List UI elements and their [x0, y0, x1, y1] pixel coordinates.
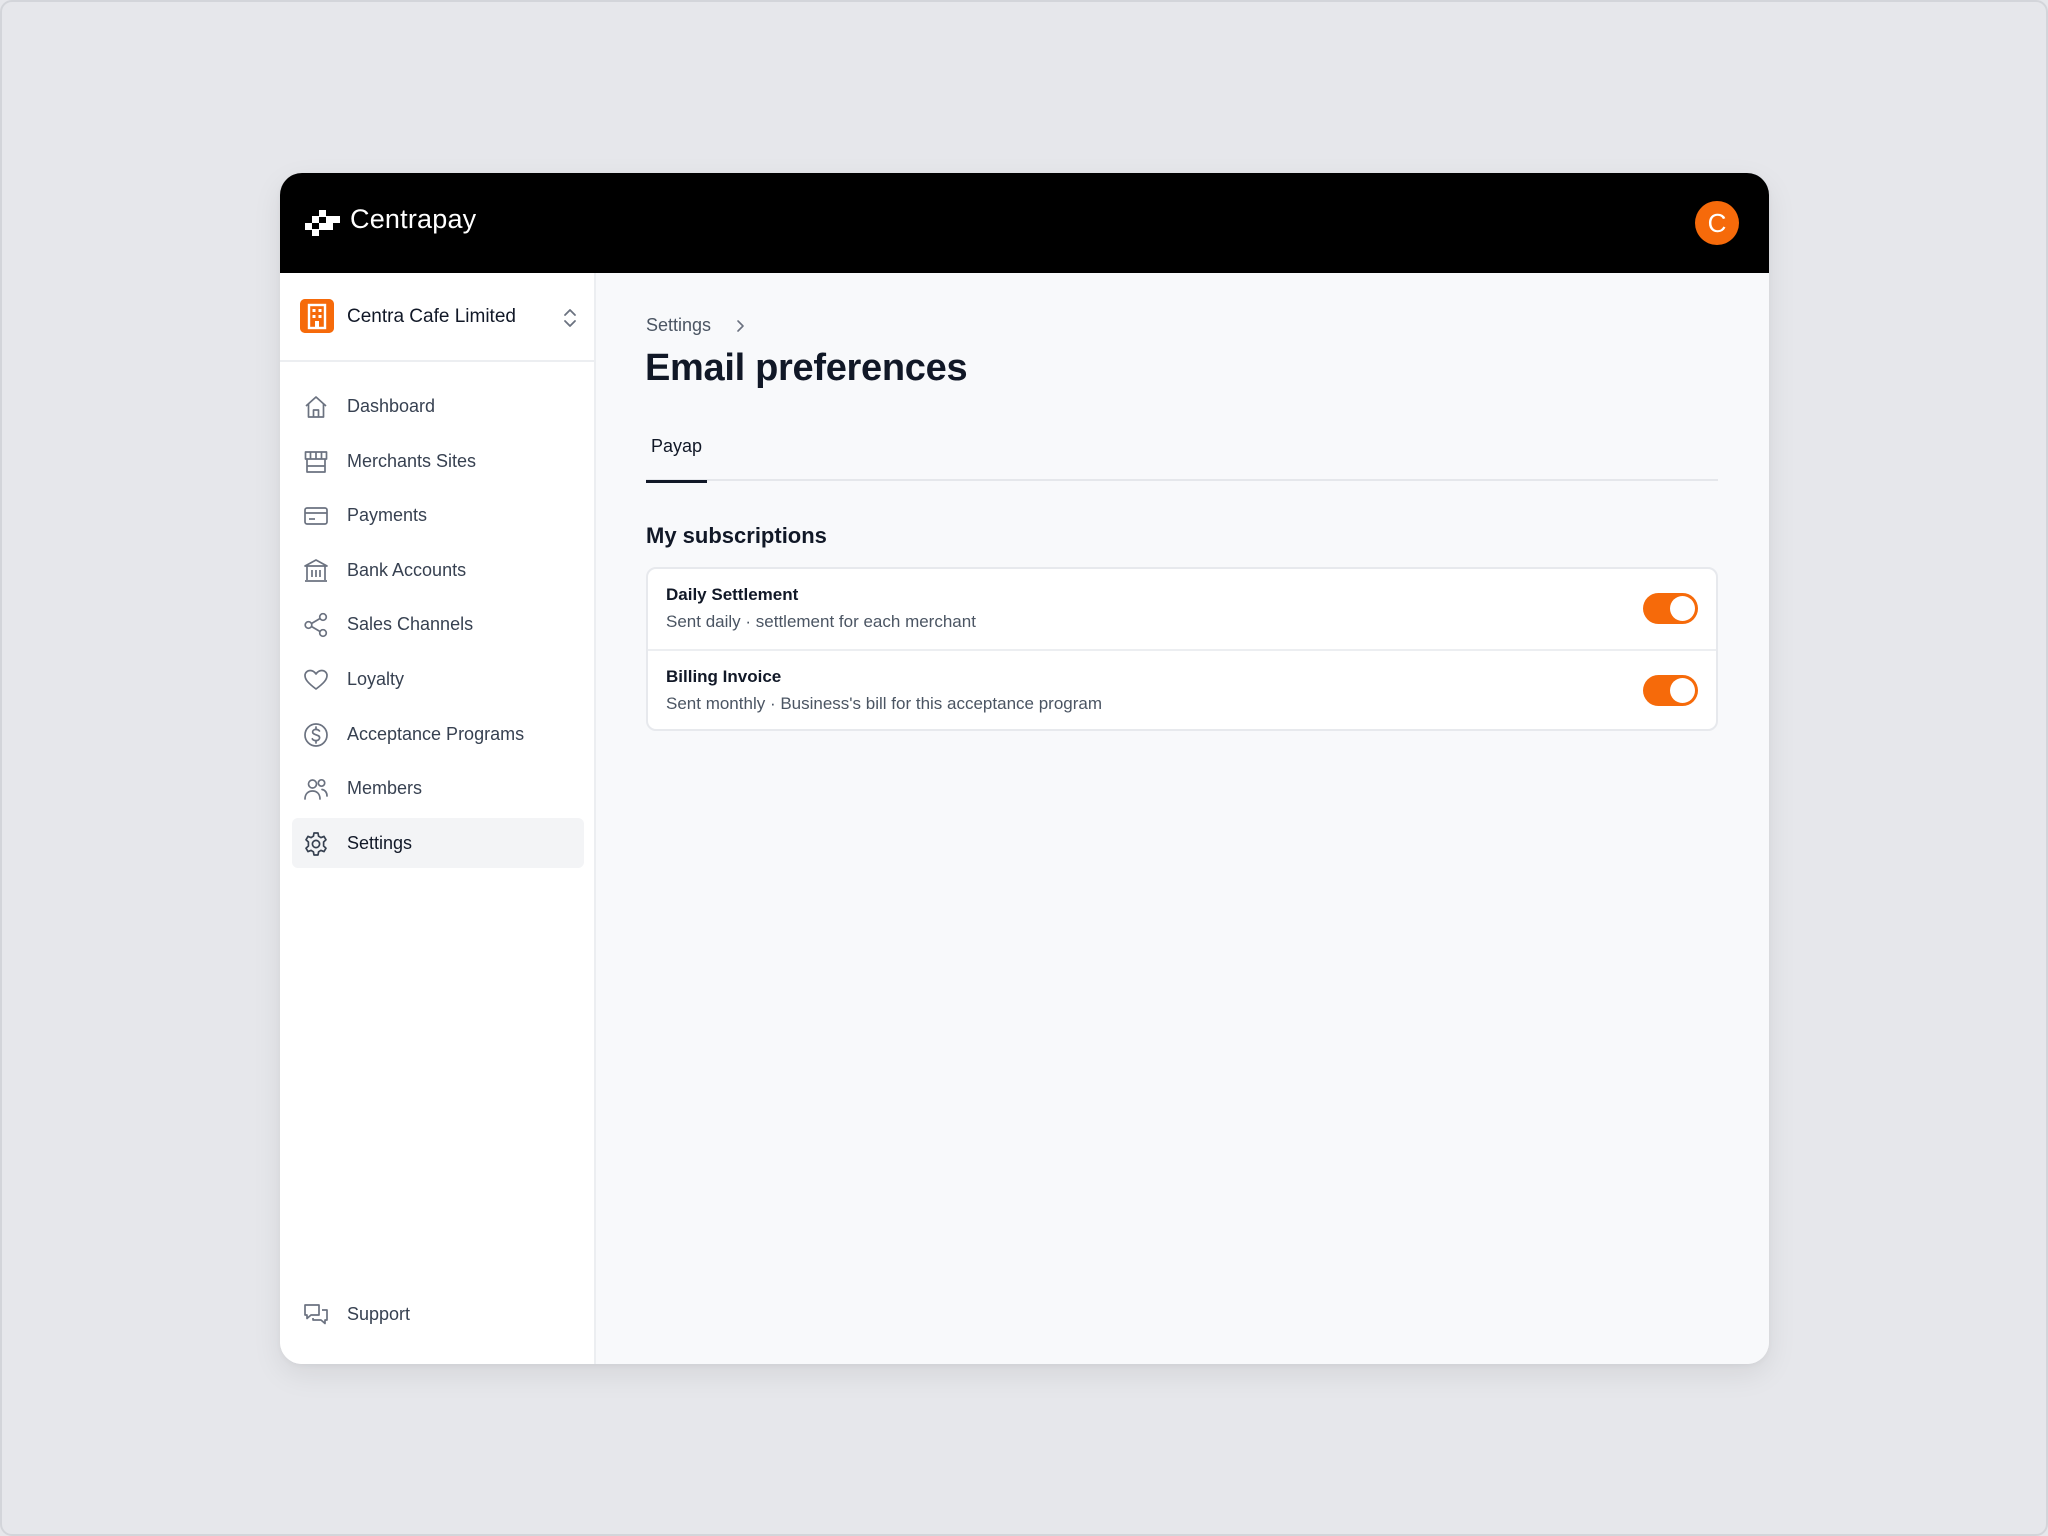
main-content: Settings Email preferences Payap My subs…	[596, 273, 1769, 1364]
breadcrumb-settings-link[interactable]: Settings	[646, 315, 711, 336]
sidebar-item-sales-channels[interactable]: Sales Channels	[292, 599, 584, 649]
top-bar: Centrapay C	[280, 173, 1769, 273]
store-icon	[304, 450, 328, 473]
active-tab-indicator	[646, 480, 707, 483]
subscription-description: Sent daily · settlement for each merchan…	[666, 612, 976, 631]
chat-icon	[304, 1304, 328, 1325]
brand-name: Centrapay	[350, 204, 477, 234]
breadcrumb: Settings	[646, 315, 745, 336]
sidebar-item-support[interactable]: Support	[292, 1289, 584, 1339]
sidebar-item-payments[interactable]: Payments	[292, 490, 584, 540]
bank-icon	[304, 558, 328, 582]
sidebar-item-label: Dashboard	[347, 396, 436, 416]
gear-icon	[305, 831, 327, 856]
share-icon	[304, 613, 328, 638]
credit-card-icon	[304, 507, 328, 526]
heart-icon	[304, 669, 328, 690]
sidebar-item-bank-accounts[interactable]: Bank Accounts	[292, 545, 584, 595]
sidebar-item-members[interactable]: Members	[292, 763, 584, 813]
subscription-row-billing-invoice: Billing Invoice Sent monthly · Business'…	[648, 649, 1716, 729]
sidebar-item-label: Members	[347, 778, 423, 799]
org-name: Centra Cafe Limited	[347, 306, 516, 327]
subscription-description: Sent monthly · Business's bill for this …	[666, 694, 1102, 713]
centrapay-logo-icon	[305, 210, 340, 236]
chevron-right-icon	[737, 319, 744, 332]
sidebar-item-label: Support	[347, 1304, 411, 1324]
sidebar-nav: Dashboard Merchants Sites Payments Bank …	[292, 381, 584, 872]
subscriptions-card: Daily Settlement Sent daily · settlement…	[646, 567, 1718, 731]
chevron-up-down-icon	[564, 309, 576, 327]
sidebar-item-label: Settings	[347, 832, 413, 853]
tab-label: Payap	[651, 436, 703, 456]
sidebar-item-label: Loyalty	[347, 668, 405, 689]
sidebar-item-label: Acceptance Programs	[347, 723, 525, 744]
sidebar: Centra Cafe Limited Dashboard Merchants …	[280, 273, 596, 1364]
sidebar-item-label: Merchants Sites	[347, 450, 477, 471]
sidebar-item-label: Sales Channels	[347, 614, 474, 635]
users-icon	[304, 779, 328, 801]
sidebar-item-loyalty[interactable]: Loyalty	[292, 654, 584, 704]
sidebar-item-dashboard[interactable]: Dashboard	[292, 381, 584, 431]
daily-settlement-toggle[interactable]	[1643, 593, 1698, 624]
app-window: Centrapay C Centra Cafe Limited Dashboar…	[280, 173, 1769, 1364]
sidebar-item-label: Payments	[347, 505, 428, 526]
section-title: My subscriptions	[646, 523, 827, 548]
sidebar-item-settings[interactable]: Settings	[292, 817, 584, 868]
billing-invoice-toggle[interactable]	[1643, 675, 1698, 706]
sidebar-item-merchants-sites[interactable]: Merchants Sites	[292, 436, 584, 486]
subscription-title: Billing Invoice	[666, 667, 782, 686]
dollar-circle-icon	[304, 722, 328, 747]
toggle-knob	[1670, 596, 1695, 621]
tab-payap[interactable]: Payap	[646, 425, 707, 483]
toggle-knob	[1670, 678, 1695, 703]
sidebar-item-acceptance-programs[interactable]: Acceptance Programs	[292, 709, 584, 759]
sidebar-item-label: Bank Accounts	[347, 559, 467, 580]
home-icon	[305, 396, 327, 418]
user-avatar[interactable]: C	[1695, 201, 1739, 245]
org-switcher[interactable]: Centra Cafe Limited	[280, 273, 594, 362]
building-icon	[300, 299, 334, 333]
subscription-row-daily-settlement: Daily Settlement Sent daily · settlement…	[648, 569, 1716, 649]
tab-bar: Payap	[646, 425, 1718, 483]
page-title: Email preferences	[645, 347, 968, 389]
subscription-title: Daily Settlement	[666, 585, 799, 604]
